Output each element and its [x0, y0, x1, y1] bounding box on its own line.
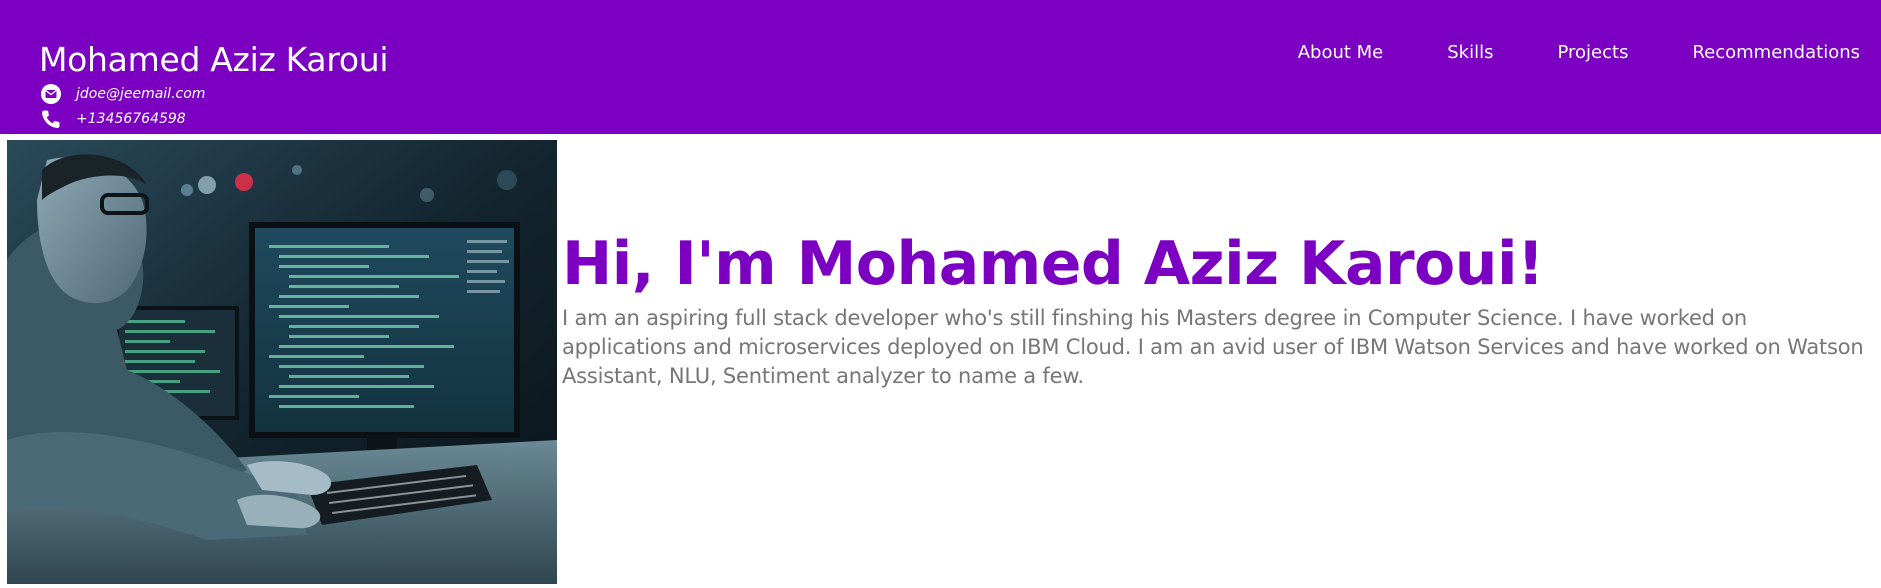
nav-skills[interactable]: Skills [1447, 42, 1493, 63]
contact-email: jdoe@jeemail.com [40, 83, 205, 105]
intro-bio: I am an aspiring full stack developer wh… [562, 306, 1864, 388]
nav-about-me[interactable]: About Me [1298, 42, 1384, 63]
nav-recommendations[interactable]: Recommendations [1692, 42, 1860, 63]
site-name: Mohamed Aziz Karoui [39, 40, 389, 79]
envelope-icon [40, 83, 62, 105]
contact-phone: +13456764598 [40, 108, 186, 130]
phone-icon [40, 108, 62, 130]
developer-photo [7, 140, 557, 584]
email-link[interactable]: jdoe@jeemail.com [76, 86, 205, 102]
intro-section: Hi, I'm Mohamed Aziz Karoui! I am an asp… [562, 224, 1872, 391]
main-nav: About Me Skills Projects Recommendations [1298, 42, 1860, 63]
site-header: Mohamed Aziz Karoui jdoe@jeemail.com +13… [0, 0, 1881, 134]
intro-heading: Hi, I'm Mohamed Aziz Karoui! [562, 229, 1544, 299]
phone-link[interactable]: +13456764598 [76, 111, 186, 127]
nav-projects[interactable]: Projects [1557, 42, 1628, 63]
